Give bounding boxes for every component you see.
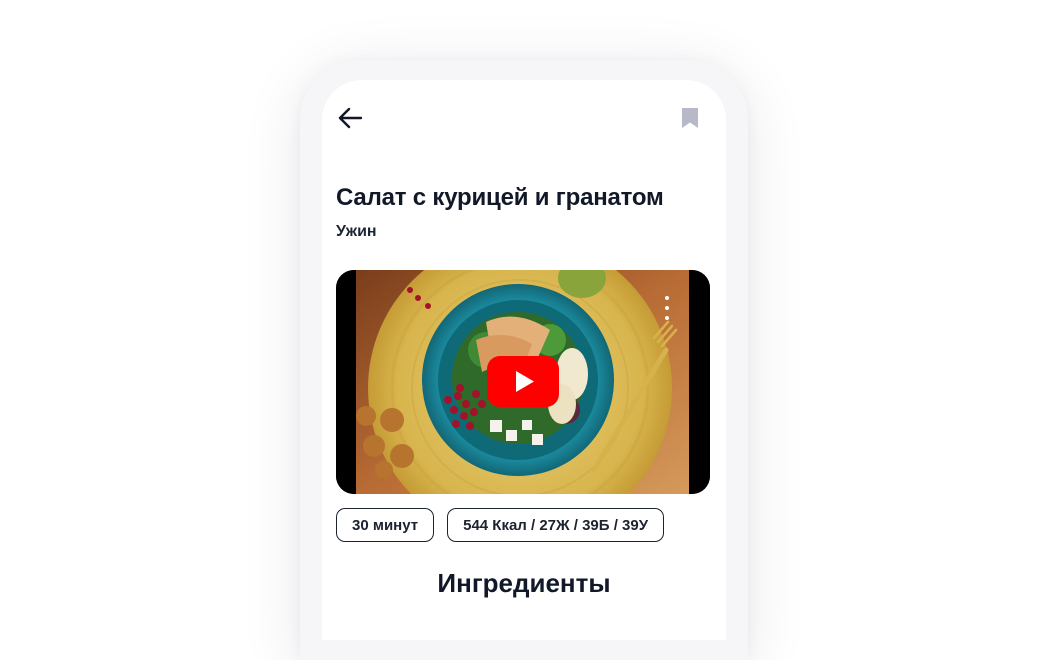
video-menu-button[interactable] [662, 296, 672, 320]
phone-frame: Салат с курицей и гранатом Ужин 30 минут… [300, 60, 748, 660]
bookmark-icon [682, 108, 698, 128]
time-chip: 30 минут [336, 508, 435, 542]
nutrition-chip: 544 Ккал / 27Ж / 39Б / 39У [447, 508, 665, 542]
back-button[interactable] [334, 102, 366, 134]
youtube-play-icon[interactable] [487, 356, 559, 407]
arrow-left-icon [338, 107, 363, 129]
ingredients-title: Ингредиенты [437, 568, 611, 598]
bookmark-button[interactable] [678, 106, 702, 130]
app-screen: Салат с курицей и гранатом Ужин 30 минут… [322, 80, 726, 640]
info-chips: 30 минут 544 Ккал / 27Ж / 39Б / 39У [336, 508, 665, 542]
video-player[interactable] [336, 270, 710, 494]
recipe-title: Салат с курицей и гранатом [336, 184, 664, 211]
more-vertical-icon [665, 296, 669, 300]
meal-type: Ужин [336, 223, 377, 240]
